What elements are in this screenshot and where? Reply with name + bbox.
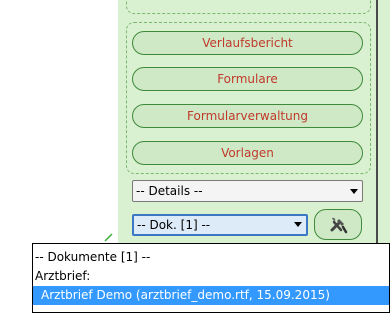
app-window: Verlaufsbericht Formulare Formularverwal… [0, 0, 390, 313]
top-button-group [126, 0, 371, 14]
vorlagen-button[interactable]: Vorlagen [132, 141, 363, 165]
documents-dropdown-list: -- Dokumente [1] -- Arztbrief: Arztbrief… [32, 243, 390, 313]
chevron-down-icon [294, 222, 302, 227]
details-select[interactable]: -- Details -- [132, 180, 363, 202]
dropdown-option-arztbrief-demo[interactable]: Arztbrief Demo (arztbrief_demo.rtf, 15.0… [33, 286, 389, 305]
formularverwaltung-button[interactable]: Formularverwaltung [132, 104, 363, 128]
dropdown-group-label: Arztbrief: [35, 269, 91, 283]
documents-select[interactable]: -- Dok. [1] -- [132, 214, 308, 236]
chevron-down-icon [350, 189, 358, 194]
documents-select-value: -- Dok. [1] -- [137, 218, 211, 232]
formulare-button[interactable]: Formulare [132, 67, 363, 91]
dropdown-option-header[interactable]: -- Dokumente [1] -- [33, 248, 389, 267]
verlaufsbericht-button[interactable]: Verlaufsbericht [132, 31, 363, 55]
check-mark-icon [104, 233, 113, 242]
details-select-value: -- Details -- [136, 184, 203, 198]
tools-button[interactable] [314, 209, 362, 240]
tools-icon [330, 217, 348, 234]
